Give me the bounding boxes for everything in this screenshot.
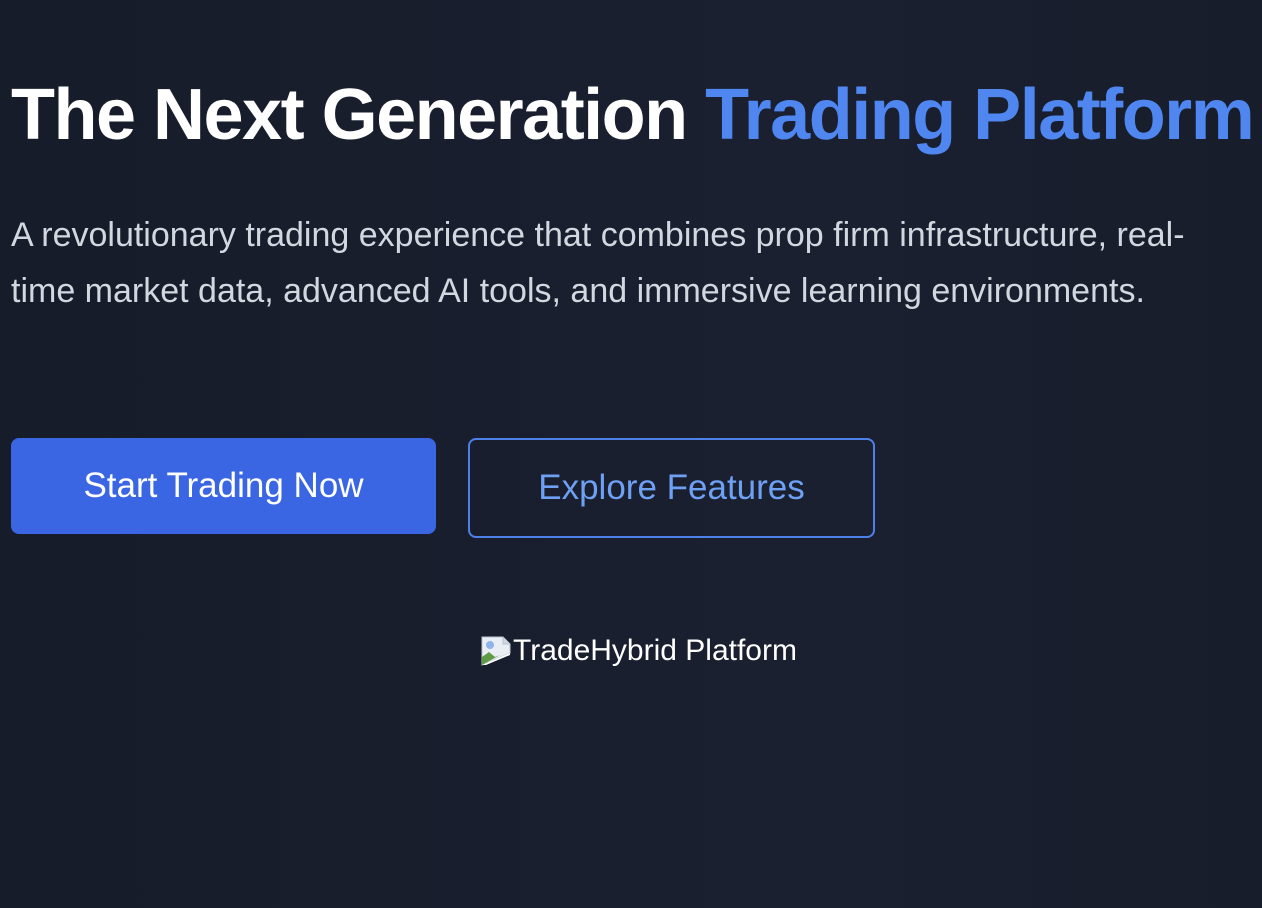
title-main: The Next Generation xyxy=(11,75,706,155)
page-title: The Next Generation Trading Platform xyxy=(11,72,1255,158)
hero-section: The Next Generation Trading Platform A r… xyxy=(11,0,1255,908)
hero-subtitle: A revolutionary trading experience that … xyxy=(11,216,1185,310)
platform-image: TradeHybrid Platform xyxy=(480,634,797,668)
explore-features-button[interactable]: Explore Features xyxy=(468,438,875,538)
start-trading-button[interactable]: Start Trading Now xyxy=(11,438,436,534)
image-alt-text: TradeHybrid Platform xyxy=(513,634,797,667)
broken-image-icon xyxy=(480,635,512,667)
title-accent: Trading Platform xyxy=(705,75,1255,155)
